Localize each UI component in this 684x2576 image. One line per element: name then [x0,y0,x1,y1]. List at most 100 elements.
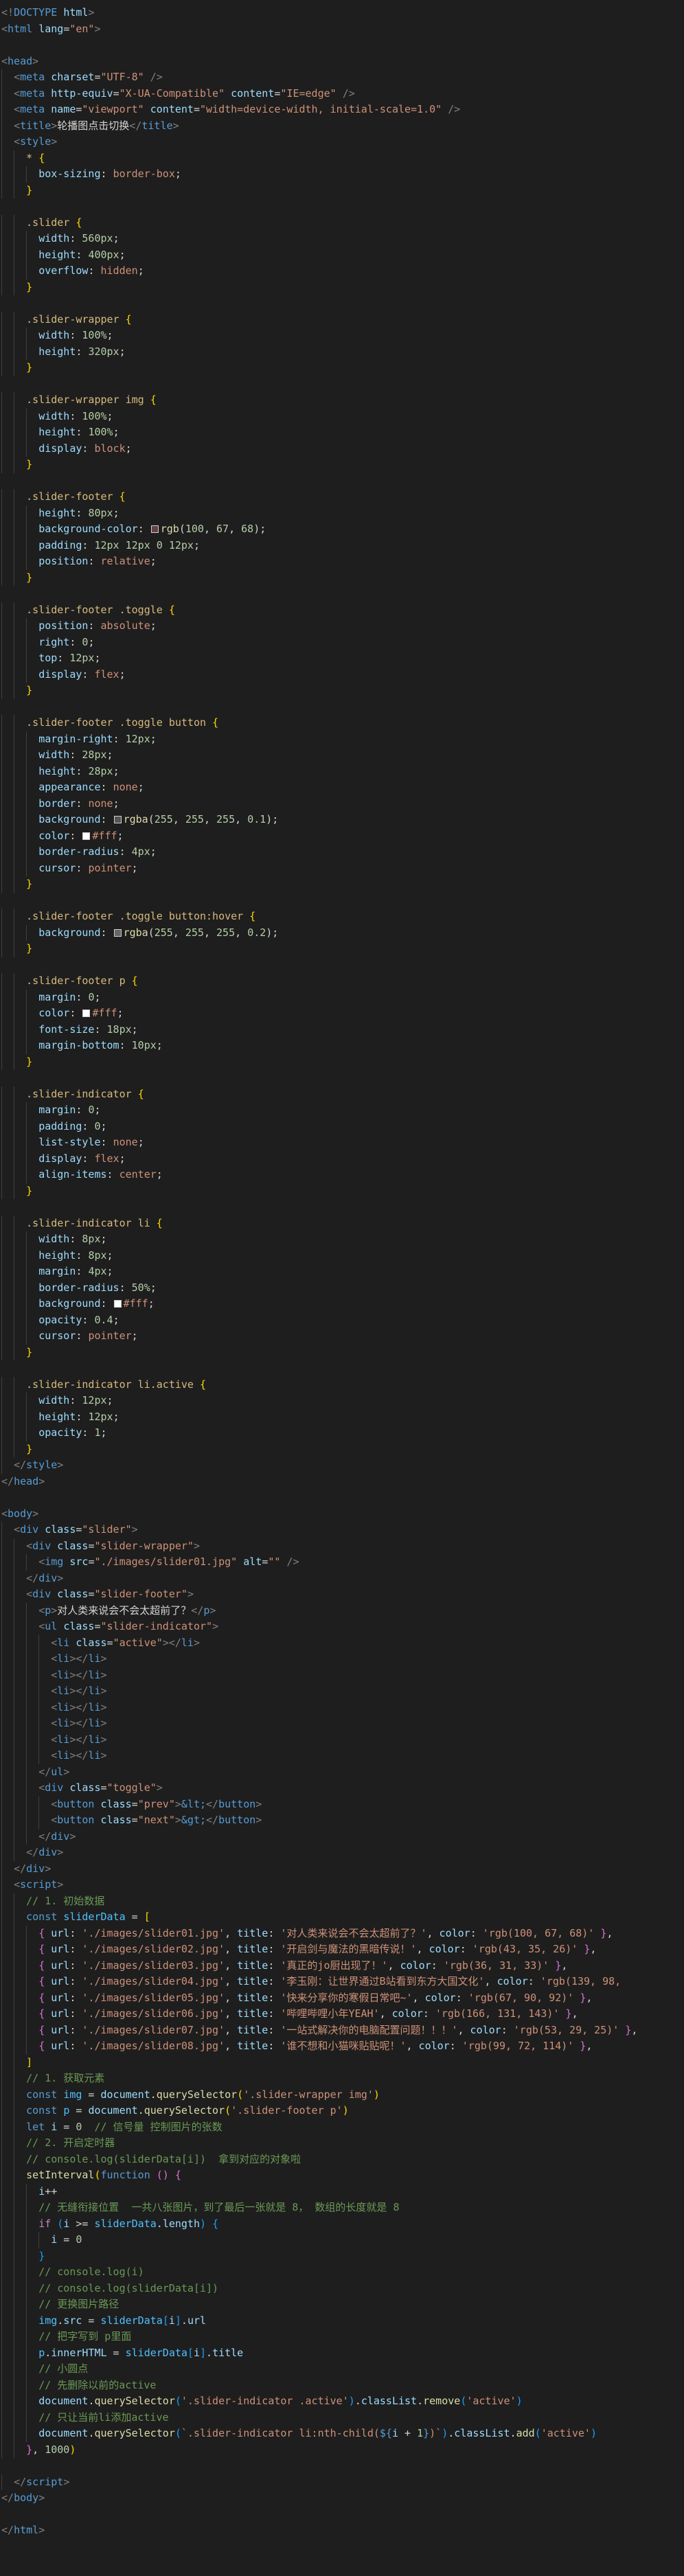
code-token: url [51,2023,70,2036]
code-token: </ [26,1571,39,1584]
code-line-content: <style> [0,135,57,148]
code-token: const [26,1911,58,1923]
code-line-content [0,38,1,51]
code-line-content: } [0,1185,32,1197]
code-token: ) [516,2395,523,2407]
code-token: title [237,1959,269,1972]
code-token: [ [144,1911,150,1923]
code-line-content: <img src="./images/slider01.jpg" alt="" … [0,1555,299,1568]
code-token: 'rgb(53, 29, 25)' [513,2023,619,2036]
color-swatch-icon[interactable] [113,928,122,937]
code-token: , [225,1959,238,1972]
code-line-content: } [0,1443,32,1455]
code-token: > [255,1814,262,1826]
code-line-content [0,475,1,487]
code-token: class [100,1797,132,1810]
code-token: { [125,312,132,326]
color-swatch-icon[interactable] [82,832,91,840]
code-token: 'rgb(139, 98, [540,1975,622,1987]
code-line: </div> [0,1570,684,1586]
color-swatch-icon[interactable] [113,816,122,823]
code-token: : [137,523,150,535]
code-token: body [8,1507,33,1520]
code-token: = [106,2346,126,2359]
code-token: { [38,2023,45,2036]
code-token: : [69,1959,82,1972]
code-token: : [76,1249,89,1262]
code-line-content: height: 80px; [0,507,119,519]
code-token: 28px [82,749,107,761]
code-token: background [38,813,101,825]
code-token: &gt; [181,1814,207,1826]
code-line: } [0,1441,684,1457]
code-token: ] [174,2314,181,2327]
code-token: margin [38,1104,76,1116]
color-swatch-icon[interactable] [82,1010,91,1017]
code-line-content: </ul> [0,1766,69,1778]
code-line: cursor: pointer; [0,860,684,876]
code-line: let i = 0 // 信号量 控制图片的张数 [0,2119,684,2135]
code-token: padding [38,1119,82,1132]
code-token: color [400,1959,431,1972]
code-line: display: flex; [0,1150,684,1167]
code-token: if [38,2217,52,2230]
code-line-content: <div class="slider-footer"> [0,1588,194,1600]
code-line: } [0,1053,684,1070]
code-token: : [88,264,101,277]
code-token: 'rgb(67, 90, 92)' [468,1991,574,2004]
code-token: > [57,1846,64,1858]
code-line: .slider-indicator li { [0,1215,684,1231]
code-token: ; [94,990,101,1003]
code-token: color [497,1975,528,1987]
code-token: , [225,1943,238,1955]
code-token: #fff [92,1007,117,1019]
code-line-content: top: 12px; [0,652,100,664]
code-token: querySelector [156,2088,238,2101]
code-line-content: } [0,361,32,374]
code-token: < [26,1539,33,1552]
code-token: div [20,1523,39,1536]
color-swatch-icon[interactable] [150,525,159,533]
code-editor[interactable]: <!DOCTYPE html> <html lang="en"> <head> <m… [0,0,684,2539]
code-token: color [391,2007,423,2020]
code-token: document [38,2395,89,2407]
code-token: , [416,1943,429,1955]
code-token: `.slider-indicator li:nth-child( [181,2427,380,2439]
code-line-content: const img = document.querySelector('.sli… [0,2088,380,2101]
code-line [0,1070,684,1086]
code-line: <html lang="en"> [0,21,684,38]
code-token: < [14,103,21,115]
code-token: > [209,1604,216,1617]
code-line-content: <div class="slider"> [0,1523,138,1536]
code-token: '李玉刚：让世界通过B站看到东方大国文化' [280,1975,485,1987]
code-token: '.slider-indicator .active' [181,2395,349,2407]
code-line-content: <html lang="en"> [0,23,101,35]
code-token: li [57,1700,70,1713]
code-token: #fff [123,1297,148,1310]
code-token: , [172,926,185,939]
code-token: class [57,1588,89,1600]
color-swatch-icon[interactable] [113,1300,122,1308]
code-token: li [88,1717,101,1729]
code-token: li [88,1685,101,1697]
code-token: } [423,2427,430,2439]
code-line-content: .slider-footer .toggle button { [0,716,218,729]
code-token: , [457,2023,470,2036]
code-token: ; [100,1119,107,1132]
code-token: align-items [38,1168,107,1181]
code-token: 'rgb(99, 72, 114)' [461,2040,574,2052]
code-line-content: ] [0,2056,32,2068]
code-token: { [38,1991,45,2004]
